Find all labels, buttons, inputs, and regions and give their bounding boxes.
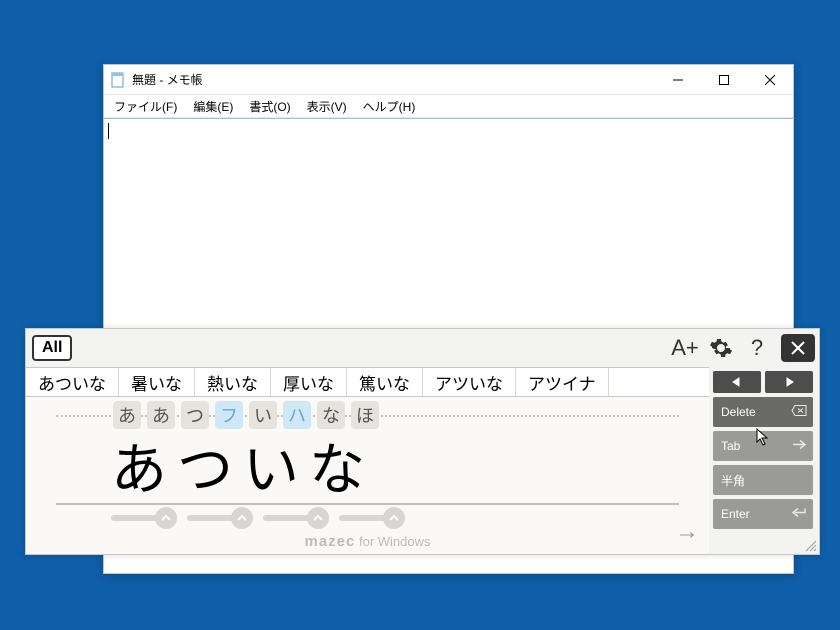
- tab-key[interactable]: Tab: [713, 431, 813, 461]
- backspace-icon: [791, 405, 807, 420]
- minimize-button[interactable]: [655, 65, 701, 95]
- menu-file[interactable]: ファイル(F): [108, 96, 183, 117]
- delete-key[interactable]: Delete: [713, 397, 813, 427]
- input-mode-button[interactable]: All: [32, 335, 72, 361]
- candidate-item[interactable]: アツいな: [423, 368, 516, 396]
- return-icon: [791, 507, 807, 522]
- expand-icon[interactable]: [155, 507, 177, 529]
- hankaku-key[interactable]: 半角: [713, 465, 813, 495]
- ime-panel: All A+ ? あついな 暑いな 熱いな 厚いな 篤いな アツいな アツイナ: [25, 328, 820, 555]
- baseline: [56, 503, 679, 505]
- cursor-left-button[interactable]: [713, 371, 761, 393]
- cursor-right-button[interactable]: [765, 371, 813, 393]
- close-ime-button[interactable]: [781, 334, 815, 362]
- expand-icon[interactable]: [383, 507, 405, 529]
- handwriting-area[interactable]: あ あ つ フ い ハ な ほ あついな ma: [26, 397, 709, 554]
- menu-format[interactable]: 書式(O): [243, 96, 296, 117]
- expand-icon[interactable]: [231, 507, 253, 529]
- candidate-item[interactable]: 熱いな: [195, 368, 271, 396]
- segment-row: [111, 515, 395, 521]
- segment-handle[interactable]: [111, 515, 167, 521]
- text-caret: [108, 123, 109, 139]
- notepad-icon: [110, 72, 126, 88]
- menu-view[interactable]: 表示(V): [301, 96, 353, 117]
- titlebar: 無題 - メモ帳: [104, 65, 793, 95]
- enter-key[interactable]: Enter: [713, 499, 813, 529]
- close-button[interactable]: [747, 65, 793, 95]
- menu-edit[interactable]: 編集(E): [187, 96, 239, 117]
- ime-keypad: Delete Tab 半角 Enter: [709, 367, 819, 554]
- candidate-item[interactable]: アツイナ: [516, 368, 609, 396]
- arrow-right-icon: [791, 439, 807, 454]
- segment-handle[interactable]: [187, 515, 243, 521]
- candidate-item[interactable]: 篤いな: [347, 368, 423, 396]
- expand-icon[interactable]: [307, 507, 329, 529]
- help-button[interactable]: ?: [739, 330, 775, 366]
- ime-toolbar: All A+ ?: [26, 329, 819, 367]
- segment-handle[interactable]: [339, 515, 395, 521]
- key-label: 半角: [721, 472, 745, 489]
- brand-sub: for Windows: [355, 534, 430, 549]
- segment-handle[interactable]: [263, 515, 319, 521]
- candidate-item[interactable]: 暑いな: [119, 368, 195, 396]
- window-title: 無題 - メモ帳: [132, 71, 655, 88]
- resize-grip-icon[interactable]: [803, 538, 817, 552]
- candidate-item[interactable]: 厚いな: [271, 368, 347, 396]
- maximize-button[interactable]: [701, 65, 747, 95]
- settings-button[interactable]: [703, 330, 739, 366]
- handwriting-ink: あついな: [111, 425, 375, 506]
- brand-name: mazec: [304, 533, 355, 550]
- proceed-arrow-icon[interactable]: →: [675, 518, 699, 546]
- font-size-button[interactable]: A+: [667, 330, 703, 366]
- brand-label: mazec for Windows: [26, 533, 709, 550]
- menu-help[interactable]: ヘルプ(H): [357, 96, 422, 117]
- key-label: Enter: [721, 507, 750, 521]
- candidate-item[interactable]: あついな: [26, 368, 119, 396]
- key-label: Tab: [721, 439, 740, 453]
- candidate-list: あついな 暑いな 熱いな 厚いな 篤いな アツいな アツイナ: [26, 367, 709, 397]
- key-label: Delete: [721, 405, 756, 419]
- menubar: ファイル(F) 編集(E) 書式(O) 表示(V) ヘルプ(H): [104, 95, 793, 118]
